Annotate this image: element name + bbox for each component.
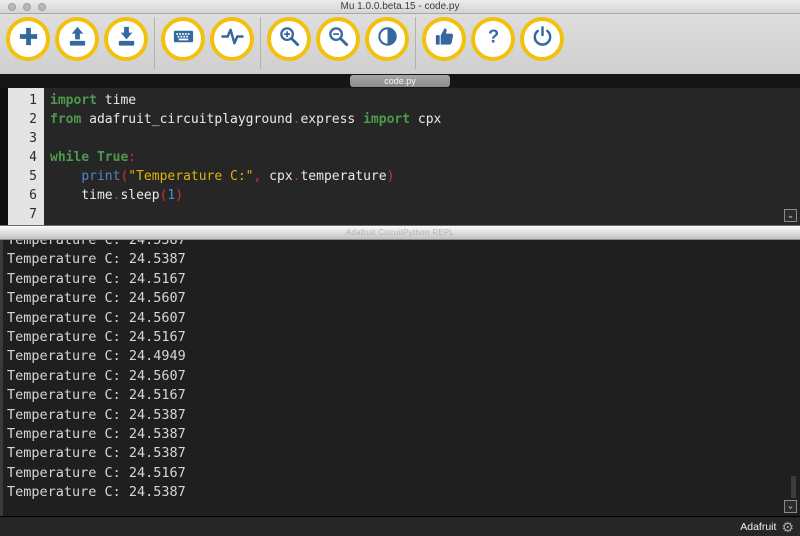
code-line: import time xyxy=(50,91,800,110)
pane-splitter-handle[interactable]: Adafruit CircuitPython REPL xyxy=(0,225,800,240)
tab-bar: code.py xyxy=(0,74,800,88)
toolbar-group-device xyxy=(154,17,260,69)
toolbar-group-view xyxy=(260,17,415,69)
load-button[interactable] xyxy=(55,17,99,61)
zoom-out-button[interactable] xyxy=(316,17,360,61)
serial-console[interactable]: Temperature C: 24.5387Temperature C: 24.… xyxy=(0,240,800,516)
toolbar-group-files xyxy=(0,17,154,69)
power-icon xyxy=(531,25,554,53)
serial-button[interactable] xyxy=(210,17,254,61)
code-line: time.sleep(1) xyxy=(50,186,800,205)
pulse-icon xyxy=(221,25,244,53)
code-text[interactable]: import timefrom adafruit_circuitplaygrou… xyxy=(44,88,800,225)
console-line: Temperature C: 24.5387 xyxy=(7,406,800,425)
mu-editor-window: Mu 1.0.0.beta.15 - code.py xyxy=(0,0,800,536)
code-line: print("Temperature C:", cpx.temperature) xyxy=(50,167,800,186)
code-line xyxy=(50,129,800,148)
line-number-gutter: 1234567 xyxy=(8,88,44,225)
save-button[interactable] xyxy=(104,17,148,61)
console-line: Temperature C: 24.5607 xyxy=(7,367,800,386)
console-scroll-corner-icon[interactable]: ⌄ xyxy=(784,500,797,513)
toolbar-group-misc: ? xyxy=(415,17,570,69)
window-title: Mu 1.0.0.beta.15 - code.py xyxy=(0,1,800,12)
help-button[interactable]: ? xyxy=(471,17,515,61)
mode-label[interactable]: Adafruit xyxy=(740,521,776,533)
console-line: Temperature C: 24.5167 xyxy=(7,270,800,289)
thumbs-up-icon xyxy=(433,25,456,53)
console-line: Temperature C: 24.5167 xyxy=(7,386,800,405)
keyboard-icon xyxy=(172,25,195,53)
console-line: Temperature C: 24.5167 xyxy=(7,328,800,347)
editor-scroll-corner-icon[interactable]: ⌄ xyxy=(784,209,797,222)
code-line xyxy=(50,205,800,224)
theme-button[interactable] xyxy=(365,17,409,61)
editor-left-margin xyxy=(0,88,8,225)
zoom-in-button[interactable] xyxy=(267,17,311,61)
status-bar: Adafruit ⚙ xyxy=(0,516,800,536)
tab-code-py[interactable]: code.py xyxy=(350,75,450,87)
check-button[interactable] xyxy=(422,17,466,61)
code-editor[interactable]: 1234567 import timefrom adafruit_circuit… xyxy=(0,88,800,225)
titlebar: Mu 1.0.0.beta.15 - code.py xyxy=(0,0,800,14)
zoom-out-icon xyxy=(327,25,350,53)
zoom-in-icon xyxy=(278,25,301,53)
new-button[interactable] xyxy=(6,17,50,61)
gear-icon[interactable]: ⚙ xyxy=(781,520,794,534)
console-scrollbar[interactable] xyxy=(791,476,796,498)
console-line: Temperature C: 24.5387 xyxy=(7,425,800,444)
svg-text:?: ? xyxy=(487,26,498,46)
question-icon: ? xyxy=(482,25,505,53)
splitter-label: Adafruit CircuitPython REPL xyxy=(346,228,455,237)
console-line: Temperature C: 24.5387 xyxy=(7,444,800,463)
console-line: Temperature C: 24.5387 xyxy=(7,240,800,250)
code-line: from adafruit_circuitplayground.express … xyxy=(50,110,800,129)
toolbar: ? xyxy=(0,14,800,74)
plus-icon xyxy=(17,25,40,53)
contrast-icon xyxy=(376,25,399,53)
console-line: Temperature C: 24.5387 xyxy=(7,483,800,502)
console-line: Temperature C: 24.5607 xyxy=(7,289,800,308)
console-line: Temperature C: 24.5607 xyxy=(7,309,800,328)
console-output: Temperature C: 24.5387Temperature C: 24.… xyxy=(7,240,800,503)
repl-button[interactable] xyxy=(161,17,205,61)
download-icon xyxy=(115,25,138,53)
console-line: Temperature C: 24.5387 xyxy=(7,250,800,269)
code-line: while True: xyxy=(50,148,800,167)
console-line: Temperature C: 24.5167 xyxy=(7,464,800,483)
console-line: Temperature C: 24.4949 xyxy=(7,347,800,366)
upload-icon xyxy=(66,25,89,53)
quit-button[interactable] xyxy=(520,17,564,61)
